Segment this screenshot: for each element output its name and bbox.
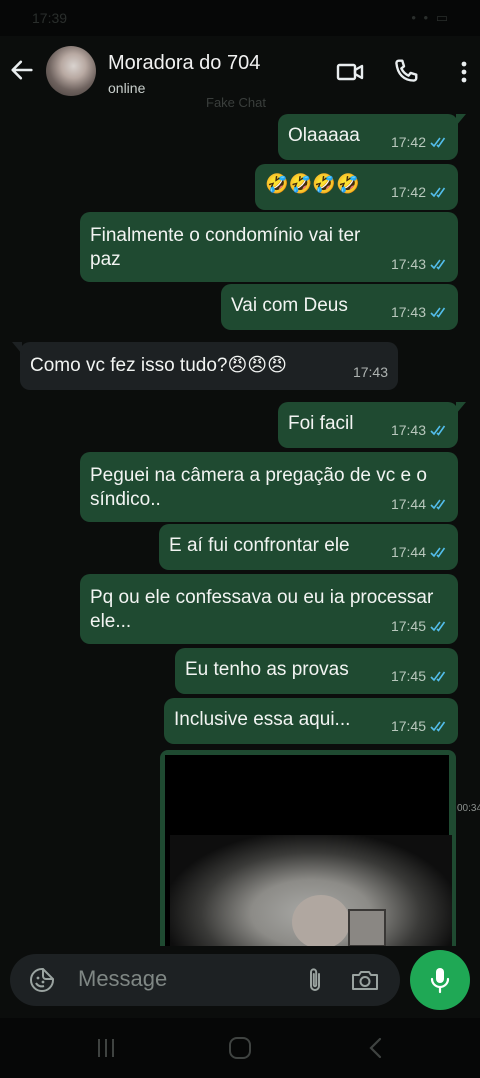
status-time: 17:39: [32, 10, 68, 26]
message-time: 17:43: [390, 422, 426, 438]
message-meta: 17:44: [391, 540, 448, 564]
message-meta: 17:43: [353, 360, 388, 384]
message-meta: 17:42: [391, 130, 448, 154]
message-meta: 17:43: [391, 252, 448, 276]
message-time: 17:43: [352, 364, 388, 380]
microphone-icon: [430, 968, 450, 994]
read-ticks-icon: [430, 425, 446, 436]
message-time: 17:45: [390, 718, 426, 734]
bubble-tail: [456, 114, 466, 126]
message-time: 17:43: [390, 256, 426, 272]
system-icons: • • ▭: [411, 10, 450, 25]
attach-icon[interactable]: [302, 966, 328, 994]
message-text: E aí fui confrontar ele: [169, 535, 350, 556]
bubble-tail: [456, 402, 466, 414]
status-bar: 17:39 • • ▭: [0, 0, 480, 36]
message-bubble-outgoing[interactable]: Foi facil 17:43: [278, 402, 466, 448]
message-text: Olaaaaa: [288, 125, 360, 146]
message-text: 🤣🤣🤣🤣: [265, 174, 360, 195]
message-time: 17:43: [390, 304, 426, 320]
message-list[interactable]: Olaaaaa 17:42 🤣🤣🤣🤣 17:42 Finalmente o co…: [0, 108, 480, 946]
read-ticks-icon: [430, 499, 446, 510]
read-ticks-icon: [430, 137, 446, 148]
message-text: Como vc fez isso tudo?😠😠😠: [30, 355, 287, 376]
message-time: 17:42: [390, 184, 426, 200]
contact-status: online: [108, 80, 146, 96]
video-background-sign: [348, 909, 386, 946]
read-ticks-icon: [430, 621, 446, 632]
read-ticks-icon: [430, 259, 446, 270]
message-time: 17:42: [390, 134, 426, 150]
nav-back-icon[interactable]: [362, 1034, 390, 1062]
camera-icon[interactable]: [350, 966, 380, 994]
message-text: Eu tenho as provas: [185, 659, 349, 680]
message-time: 17:45: [390, 668, 426, 684]
system-nav-bar: [0, 1018, 480, 1078]
message-time: 17:44: [390, 496, 426, 512]
voice-call-icon[interactable]: [390, 56, 422, 88]
message-text: Foi facil: [288, 413, 354, 434]
message-bubble-outgoing[interactable]: Vai com Deus 17:43: [221, 284, 458, 330]
back-arrow-icon[interactable]: [8, 56, 36, 84]
voice-record-button[interactable]: [410, 950, 470, 1010]
read-ticks-icon: [430, 307, 446, 318]
message-meta: 17:42: [391, 180, 448, 204]
message-composer[interactable]: Message: [10, 954, 400, 1006]
video-message[interactable]: [160, 750, 456, 946]
message-bubble-outgoing[interactable]: Inclusive essa aqui... 17:45: [164, 698, 458, 744]
bubble-tail: [12, 342, 22, 354]
home-icon[interactable]: [226, 1034, 254, 1062]
video-subject: [292, 895, 350, 946]
message-bubble-outgoing[interactable]: 🤣🤣🤣🤣 17:42: [255, 164, 458, 210]
read-ticks-icon: [430, 671, 446, 682]
message-meta: 17:45: [391, 614, 448, 638]
message-meta: 17:45: [391, 714, 448, 738]
recent-apps-icon[interactable]: [92, 1034, 120, 1062]
message-text: Peguei na câmera a pregação de vc e o sí…: [90, 465, 427, 510]
contact-name[interactable]: Moradora do 704: [108, 52, 260, 75]
message-meta: 17:44: [391, 492, 448, 516]
message-time: 17:45: [390, 618, 426, 634]
message-meta: 17:43: [391, 300, 448, 324]
message-time: 17:44: [390, 544, 426, 560]
message-bubble-outgoing[interactable]: Olaaaaa 17:42: [278, 114, 466, 160]
message-bubble-outgoing[interactable]: E aí fui confrontar ele 17:44: [159, 524, 458, 570]
more-options-icon[interactable]: [450, 56, 478, 88]
message-bubble-outgoing[interactable]: Peguei na câmera a pregação de vc e o sí…: [80, 452, 458, 522]
message-bubble-incoming[interactable]: Como vc fez isso tudo?😠😠😠 17:43: [12, 342, 398, 390]
contact-avatar[interactable]: [46, 46, 96, 96]
video-frame: [170, 835, 452, 946]
message-bubble-outgoing[interactable]: Finalmente o condomínio vai ter paz 17:4…: [80, 212, 458, 282]
message-bubble-outgoing[interactable]: Eu tenho as provas 17:45: [175, 648, 458, 694]
message-meta: 17:43: [391, 418, 448, 442]
message-text: Inclusive essa aqui...: [174, 709, 351, 730]
sticker-icon[interactable]: [28, 966, 56, 994]
message-text: Vai com Deus: [231, 295, 348, 316]
message-bubble-outgoing[interactable]: Pq ou ele confessava ou eu ia processar …: [80, 574, 458, 644]
read-ticks-icon: [430, 721, 446, 732]
message-meta: 17:45: [391, 664, 448, 688]
video-thumbnail[interactable]: [165, 755, 452, 946]
message-text: Finalmente o condomínio vai ter paz: [90, 225, 361, 270]
read-ticks-icon: [430, 547, 446, 558]
video-duration: 00:34: [457, 803, 480, 814]
video-call-icon[interactable]: [334, 56, 366, 88]
read-ticks-icon: [430, 187, 446, 198]
message-input[interactable]: Message: [78, 966, 167, 992]
message-text: Pq ou ele confessava ou eu ia processar …: [90, 587, 434, 632]
